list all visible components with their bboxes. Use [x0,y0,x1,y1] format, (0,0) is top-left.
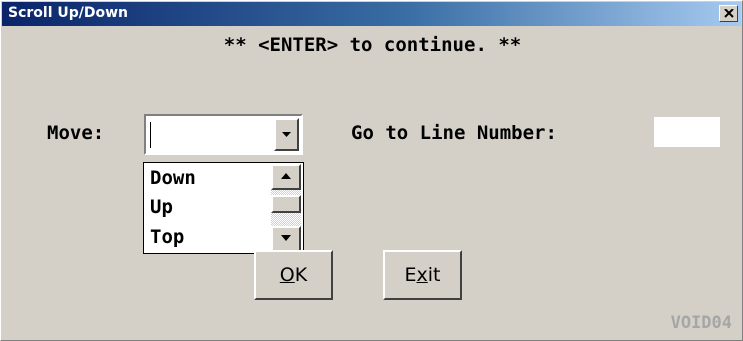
scroll-down-arrow-icon [281,235,291,241]
scroll-up-button[interactable] [271,164,301,190]
goto-line-label: Go to Line Number: [351,122,557,144]
close-button[interactable] [719,5,738,22]
move-label: Move: [47,122,105,144]
move-combobox[interactable] [144,114,303,155]
options-scrollbar[interactable] [271,164,301,252]
ok-button[interactable]: OK [254,250,333,300]
exit-label-end: it [427,264,441,286]
form-id-label: VOID04 [670,313,732,333]
title-bar[interactable]: Scroll Up/Down [2,2,741,26]
move-dropdown-button[interactable] [274,118,299,151]
text-cursor [150,122,151,148]
option-up[interactable]: Up [150,194,173,220]
exit-label-start: E [404,264,417,286]
option-down[interactable]: Down [150,165,196,191]
close-icon [724,9,734,18]
scroll-thumb[interactable] [271,195,301,213]
exit-button[interactable]: Exit [383,250,462,300]
option-top[interactable]: Top [150,224,184,250]
scroll-up-arrow-icon [281,173,291,179]
goto-line-input[interactable] [654,117,720,147]
ok-mnemonic: O [279,264,295,286]
window-title: Scroll Up/Down [8,5,129,21]
instruction-text: ** <ENTER> to continue. ** [223,34,522,56]
scroll-dialog: Scroll Up/Down ** <ENTER> to continue. *… [0,0,743,341]
exit-mnemonic: x [416,264,428,286]
ok-label-rest: K [294,264,308,286]
chevron-down-icon [282,132,291,137]
scroll-down-button[interactable] [271,226,301,252]
move-options-list[interactable]: Down Up Top [143,162,304,254]
